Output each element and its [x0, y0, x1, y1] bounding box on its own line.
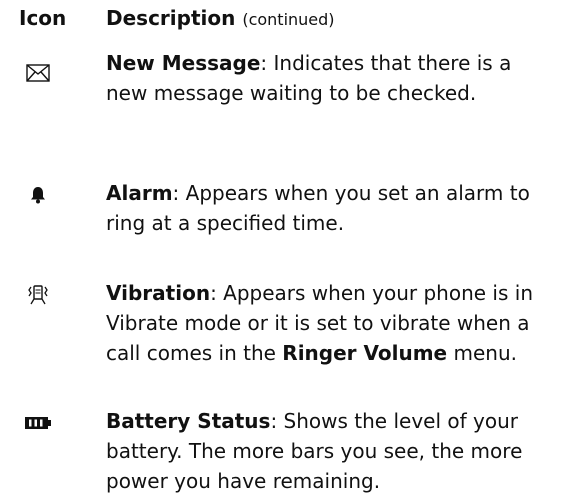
battery-status-description: Battery Status: Shows the level of your … — [106, 406, 556, 496]
vibration-description: Vibration: Appears when your phone is in… — [106, 278, 556, 368]
description-column-header: Description (continued) — [106, 4, 335, 34]
battery-status-title: Battery Status — [106, 409, 271, 433]
vibration-text-c: menu. — [447, 341, 517, 365]
alarm-title: Alarm — [106, 181, 173, 205]
continued-note: (continued) — [242, 10, 335, 29]
description-header-label: Description — [106, 6, 236, 30]
vibration-title: Vibration — [106, 281, 211, 305]
alarm-description: Alarm: Appears when you set an alarm to … — [106, 178, 556, 238]
bell-icon — [20, 180, 56, 210]
envelope-icon — [20, 58, 56, 88]
ringer-volume-label: Ringer Volume — [282, 341, 448, 365]
new-message-description: New Message: Indicates that there is a n… — [106, 48, 556, 108]
battery-icon — [20, 408, 56, 438]
new-message-title: New Message — [106, 51, 261, 75]
vibration-icon — [20, 280, 56, 310]
icon-column-header: Icon — [19, 6, 67, 30]
